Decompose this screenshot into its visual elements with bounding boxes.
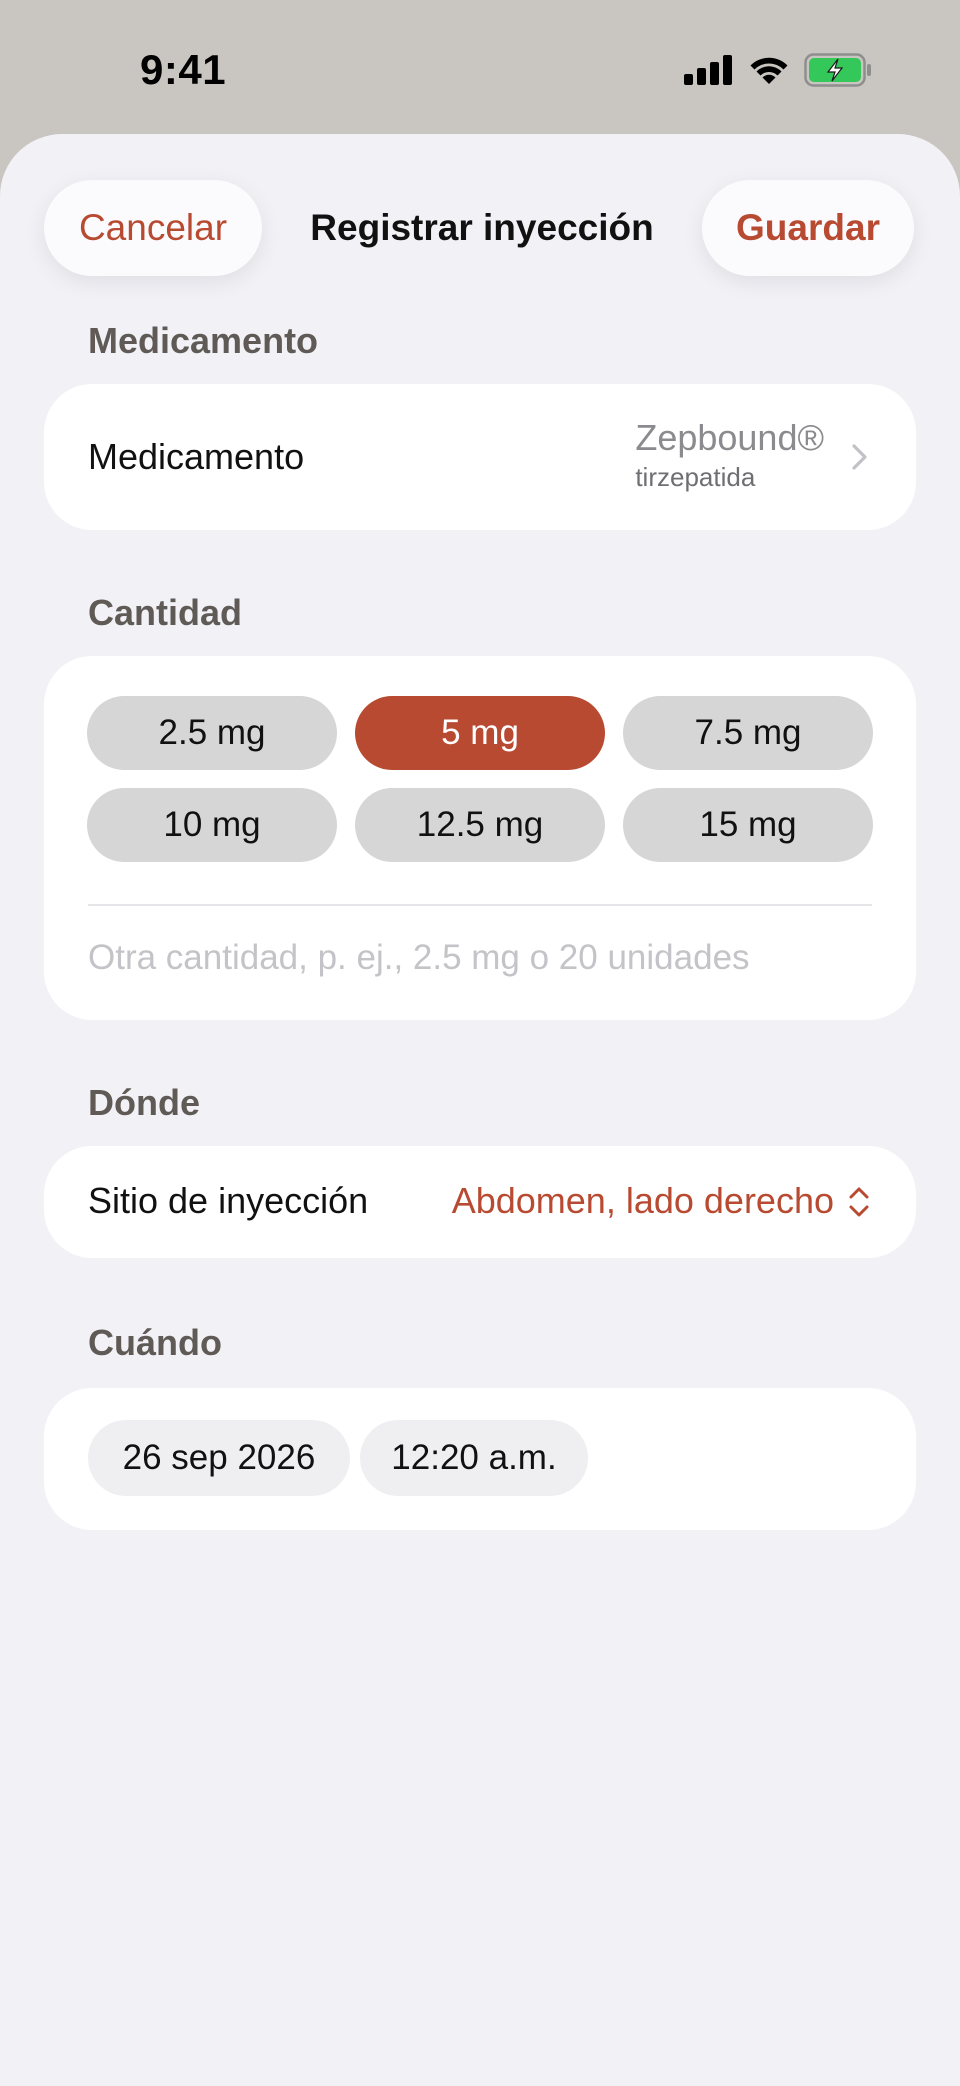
other-amount-input[interactable] — [88, 938, 872, 978]
dose-option-2-5-mg[interactable]: 2.5 mg — [87, 696, 337, 770]
sheet-title: Registrar inyección — [310, 207, 654, 248]
injection-site-label: Sitio de inyección — [88, 1180, 369, 1221]
divider — [88, 904, 872, 906]
save-button[interactable]: Guardar — [702, 180, 914, 276]
cellular-signal-icon — [684, 55, 732, 85]
chevron-up-down-icon — [849, 1187, 869, 1217]
dose-option-7-5-mg[interactable]: 7.5 mg — [623, 696, 873, 770]
modal-sheet: Cancelar Registrar inyección Guardar Med… — [0, 134, 960, 2086]
medication-name: Zepbound® — [635, 417, 824, 458]
medication-row-label: Medicamento — [88, 436, 305, 477]
battery-charging-icon — [804, 53, 871, 87]
cancel-button[interactable]: Cancelar — [44, 180, 262, 276]
dose-option-10-mg[interactable]: 10 mg — [87, 788, 337, 862]
section-header-amount: Cantidad — [88, 592, 243, 633]
medication-row[interactable]: Medicamento Zepbound® tirzepatida — [44, 384, 916, 530]
dose-options: 2.5 mg 5 mg 7.5 mg 10 mg 12.5 mg 15 mg — [87, 696, 873, 862]
when-card: 26 sep 2026 12:20 a.m. — [44, 1388, 916, 1530]
date-picker-button[interactable]: 26 sep 2026 — [88, 1420, 350, 1496]
status-time: 9:41 — [140, 46, 227, 93]
section-header-when: Cuándo — [88, 1322, 222, 1363]
medication-value: Zepbound® tirzepatida — [635, 416, 824, 494]
section-header-medication: Medicamento — [88, 320, 319, 361]
status-icons — [684, 50, 872, 90]
status-bar: 9:41 — [0, 0, 960, 134]
dose-option-5-mg[interactable]: 5 mg — [355, 696, 605, 770]
amount-card: 2.5 mg 5 mg 7.5 mg 10 mg 12.5 mg 15 mg — [44, 656, 916, 1020]
time-picker-button[interactable]: 12:20 a.m. — [360, 1420, 588, 1496]
dose-option-12-5-mg[interactable]: 12.5 mg — [355, 788, 605, 862]
dose-option-15-mg[interactable]: 15 mg — [623, 788, 873, 862]
injection-site-value: Abdomen, lado derecho — [451, 1180, 834, 1221]
wifi-icon — [750, 57, 788, 84]
chevron-right-icon — [852, 444, 867, 470]
section-header-where: Dónde — [88, 1082, 200, 1123]
medication-generic-name: tirzepatida — [635, 462, 756, 492]
injection-site-row[interactable]: Sitio de inyección Abdomen, lado derecho — [44, 1146, 916, 1258]
